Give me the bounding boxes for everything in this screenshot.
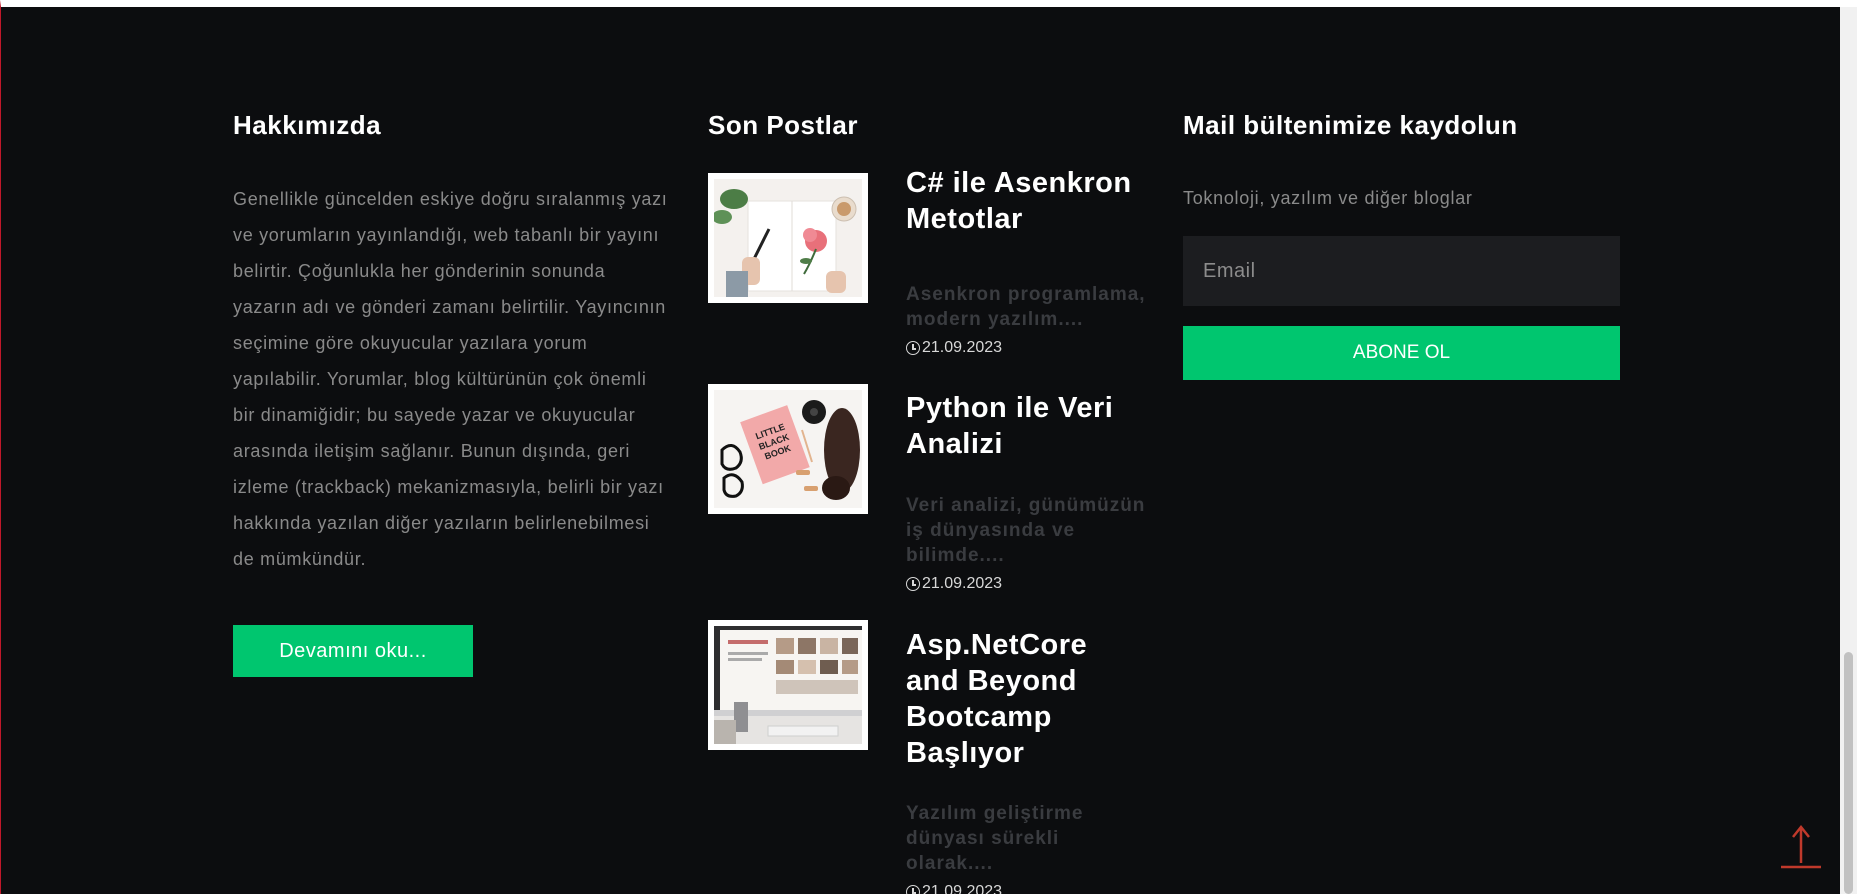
post-date-text: 21.09.2023: [922, 575, 1003, 592]
read-more-button[interactable]: Devamını oku...: [233, 625, 473, 677]
post-excerpt: Yazılım geliştirme dünyası sürekli olara…: [906, 803, 1084, 874]
email-field[interactable]: [1183, 236, 1620, 306]
post-excerpt: Veri analizi, günümüzün iş dünyasında ve…: [906, 495, 1146, 566]
about-heading: Hakkımızda: [233, 110, 382, 140]
footer: Hakkımızda Genellikle güncelden eskiye d…: [0, 0, 1857, 894]
clock-icon: [906, 577, 920, 591]
little-black-book-photo: LITTLE BLACK BOOK: [714, 390, 862, 508]
post-date-text: 21.09.2023: [922, 883, 1003, 894]
arrow-up-icon: [1781, 824, 1821, 869]
post-excerpt: Asenkron programlama, modern yazılım....: [906, 284, 1146, 330]
post-date: 21.09.2023: [906, 883, 1002, 894]
post-thumbnail[interactable]: [708, 620, 868, 750]
about-text: Genellikle güncelden eskiye doğru sırala…: [233, 189, 668, 569]
desk-monitor-photo: [714, 626, 862, 744]
post-title[interactable]: Python ile Veri Analizi: [906, 390, 1146, 462]
scrollbar[interactable]: [1840, 7, 1857, 894]
post-date: 21.09.2023: [906, 575, 1002, 593]
scrollbar-thumb[interactable]: [1844, 652, 1853, 894]
newsletter-text: Toknoloji, yazılım ve diğer bloglar: [1183, 188, 1473, 208]
post-title[interactable]: C# ile Asenkron Metotlar: [906, 165, 1146, 237]
subscribe-button[interactable]: ABONE OL: [1183, 326, 1620, 380]
clock-icon: [906, 885, 920, 894]
clock-icon: [906, 341, 920, 355]
post-thumbnail[interactable]: [708, 173, 868, 303]
post-thumbnail[interactable]: LITTLE BLACK BOOK: [708, 384, 868, 514]
back-to-top-button[interactable]: [1779, 823, 1823, 873]
post-title[interactable]: Asp.NetCore and Beyond Bootcamp Başlıyor: [906, 627, 1146, 771]
post-date: 21.09.2023: [906, 339, 1002, 357]
recent-posts-heading: Son Postlar: [708, 110, 858, 140]
newsletter-heading: Mail bültenimize kaydolun: [1183, 110, 1518, 140]
post-date-text: 21.09.2023: [922, 339, 1003, 356]
notebook-flower-photo: [714, 179, 862, 297]
